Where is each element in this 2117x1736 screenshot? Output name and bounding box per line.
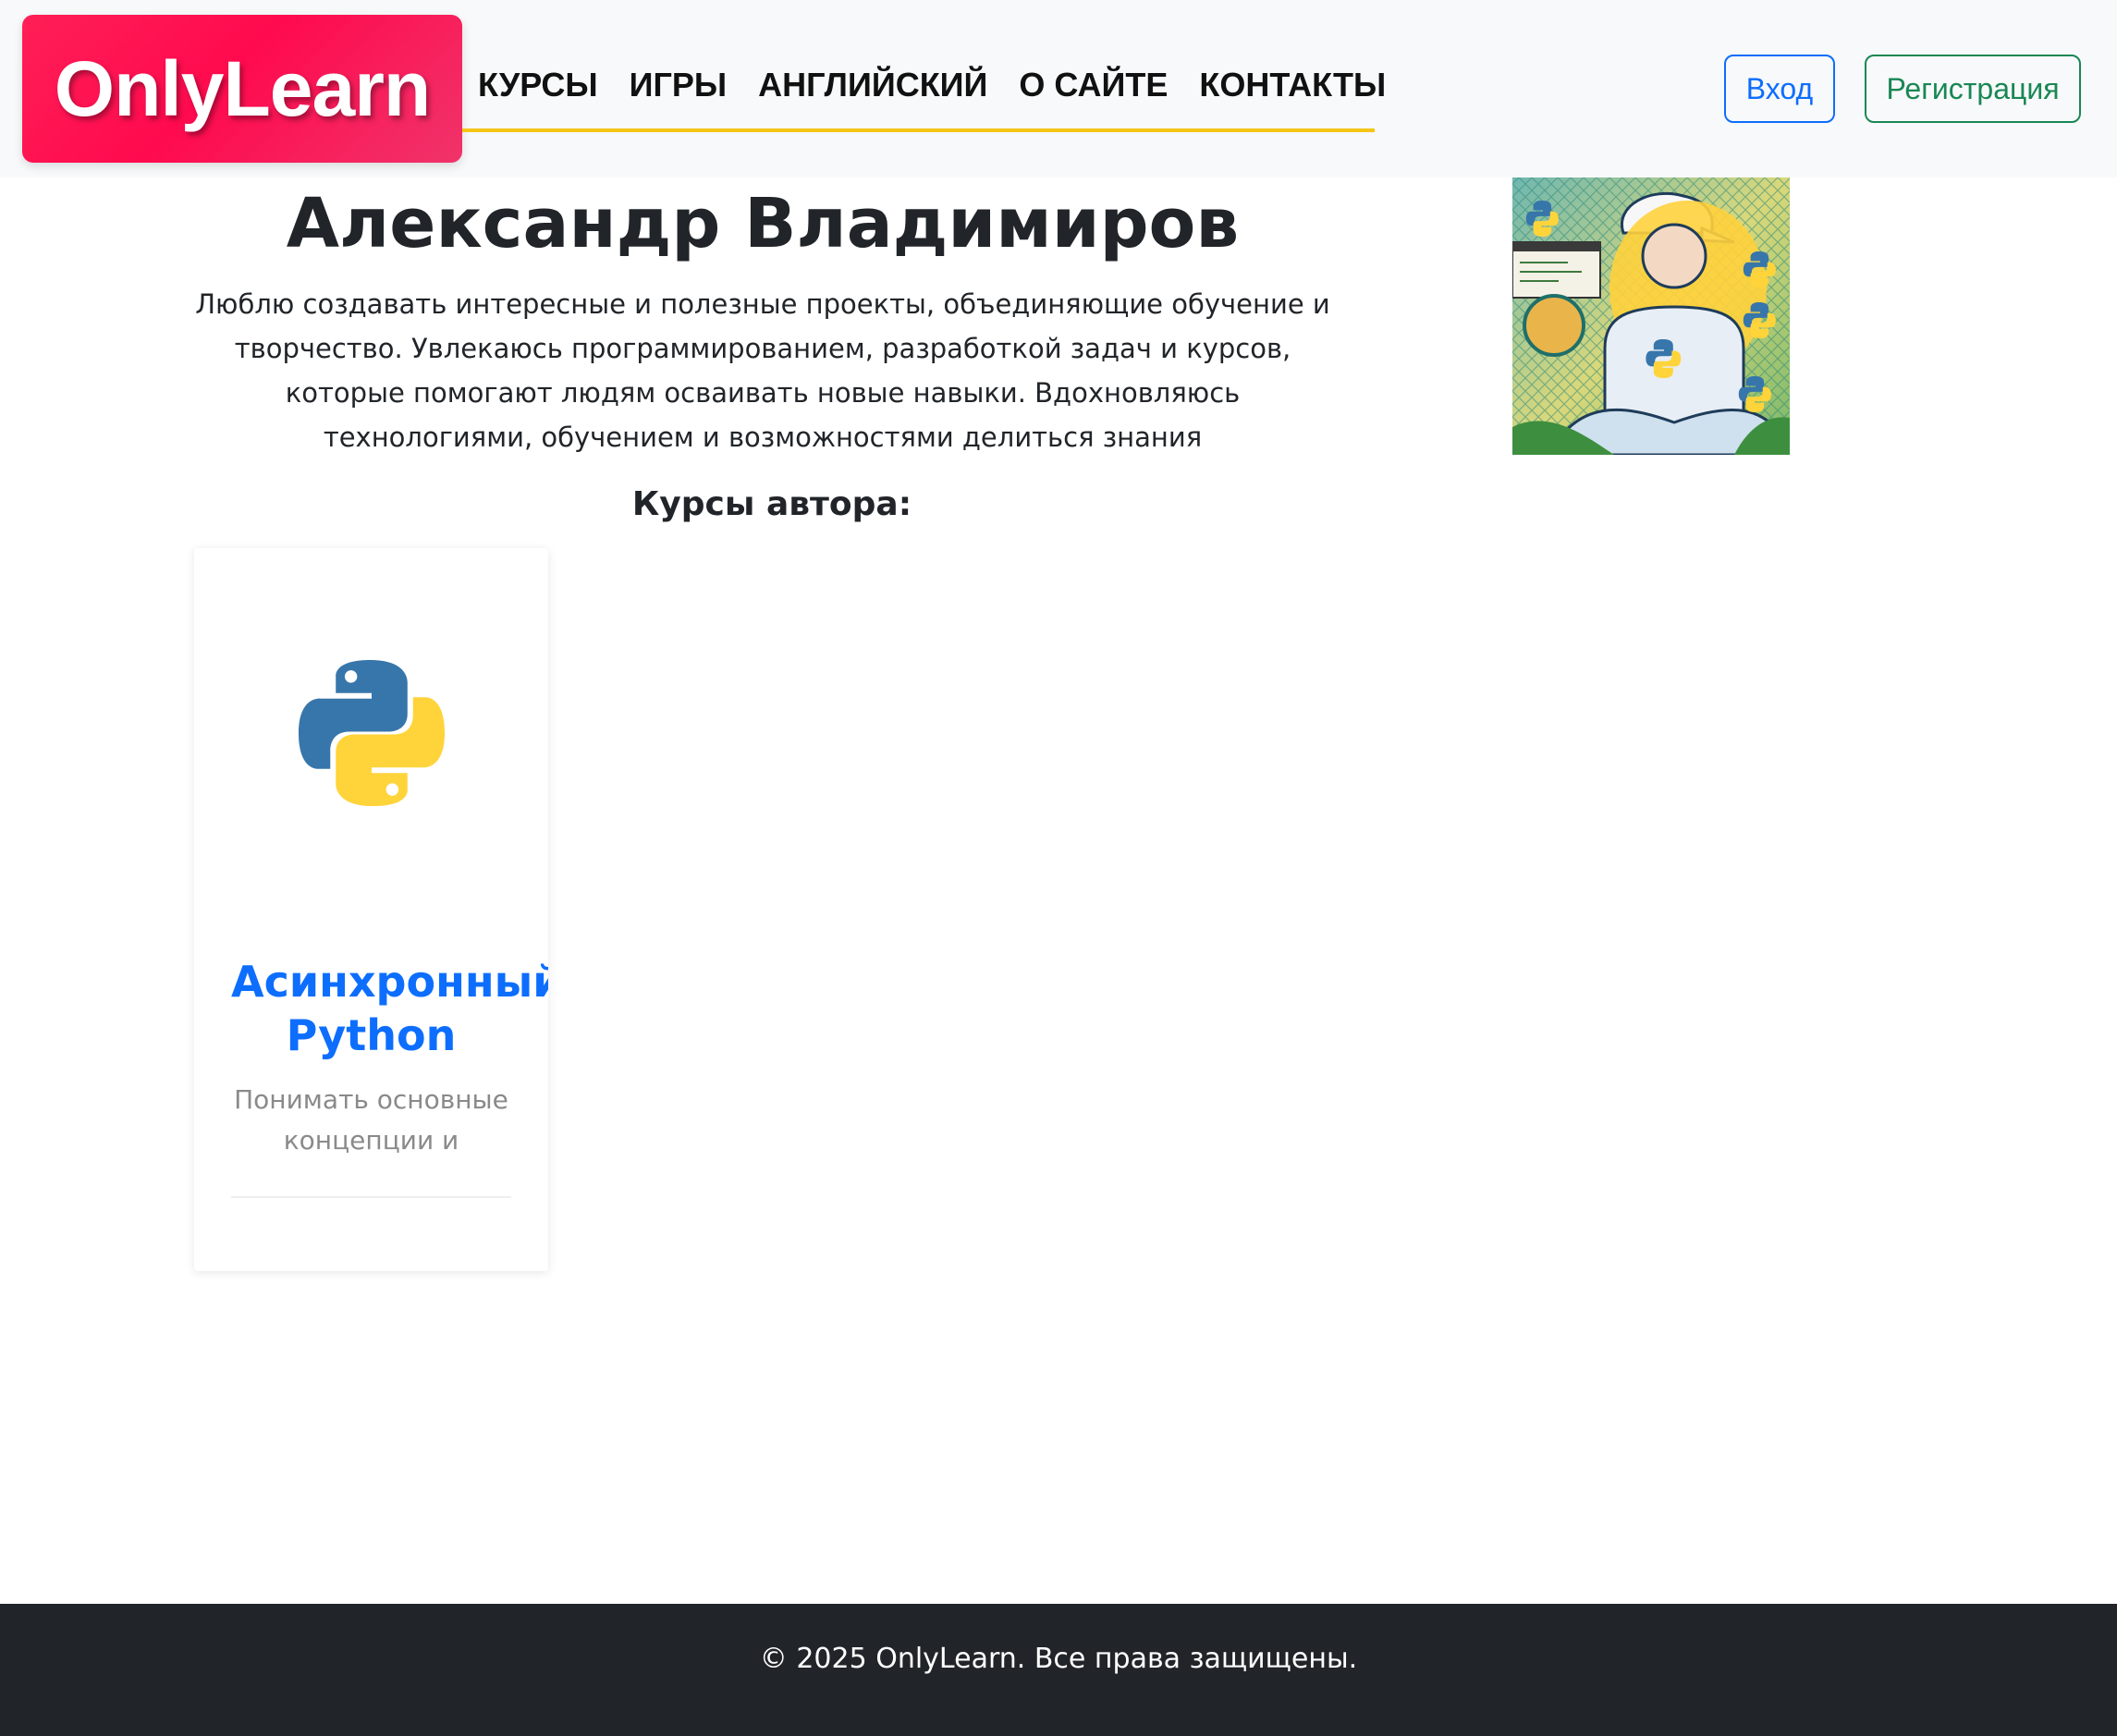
page-footer: © 2025 OnlyLearn. Все права защищены. xyxy=(0,1604,2117,1736)
site-logo[interactable]: OnlyLearn xyxy=(22,15,462,163)
nav-link-games[interactable]: ИГРЫ xyxy=(630,66,728,104)
card-divider xyxy=(231,1196,511,1198)
course-card[interactable]: Асинхронный Python Понимать основные кон… xyxy=(194,548,548,1271)
author-name: Александр Владимиров xyxy=(286,184,1240,263)
author-avatar xyxy=(1512,177,1790,455)
author-bio: Люблю создавать интересные и полезные пр… xyxy=(195,288,1330,453)
footer-copyright: © 2025 OnlyLearn. Все права защищены. xyxy=(759,1643,1358,1675)
top-navbar: OnlyLearn КУРСЫ ИГРЫ АНГЛИЙСКИЙ О САЙТЕ … xyxy=(0,0,2117,177)
register-button[interactable]: Регистрация xyxy=(1865,55,2081,123)
nav-link-about[interactable]: О САЙТЕ xyxy=(1019,66,1168,104)
author-courses-heading: Курсы автора: xyxy=(631,485,912,523)
course-title[interactable]: Асинхронный Python xyxy=(231,955,548,1062)
nav-link-english[interactable]: АНГЛИЙСКИЙ xyxy=(758,66,987,104)
login-button[interactable]: Вход xyxy=(1724,55,1835,123)
logo-text: OnlyLearn xyxy=(54,44,431,132)
course-image xyxy=(194,548,548,918)
nav-link-contacts[interactable]: КОНТАКТЫ xyxy=(1199,66,1386,104)
course-description: Понимать основные концепции и xyxy=(234,1084,508,1155)
main-nav: КУРСЫ ИГРЫ АНГЛИЙСКИЙ О САЙТЕ КОНТАКТЫ xyxy=(462,48,1386,132)
python-logo-icon xyxy=(298,659,445,807)
nav-link-courses[interactable]: КУРСЫ xyxy=(478,66,598,104)
